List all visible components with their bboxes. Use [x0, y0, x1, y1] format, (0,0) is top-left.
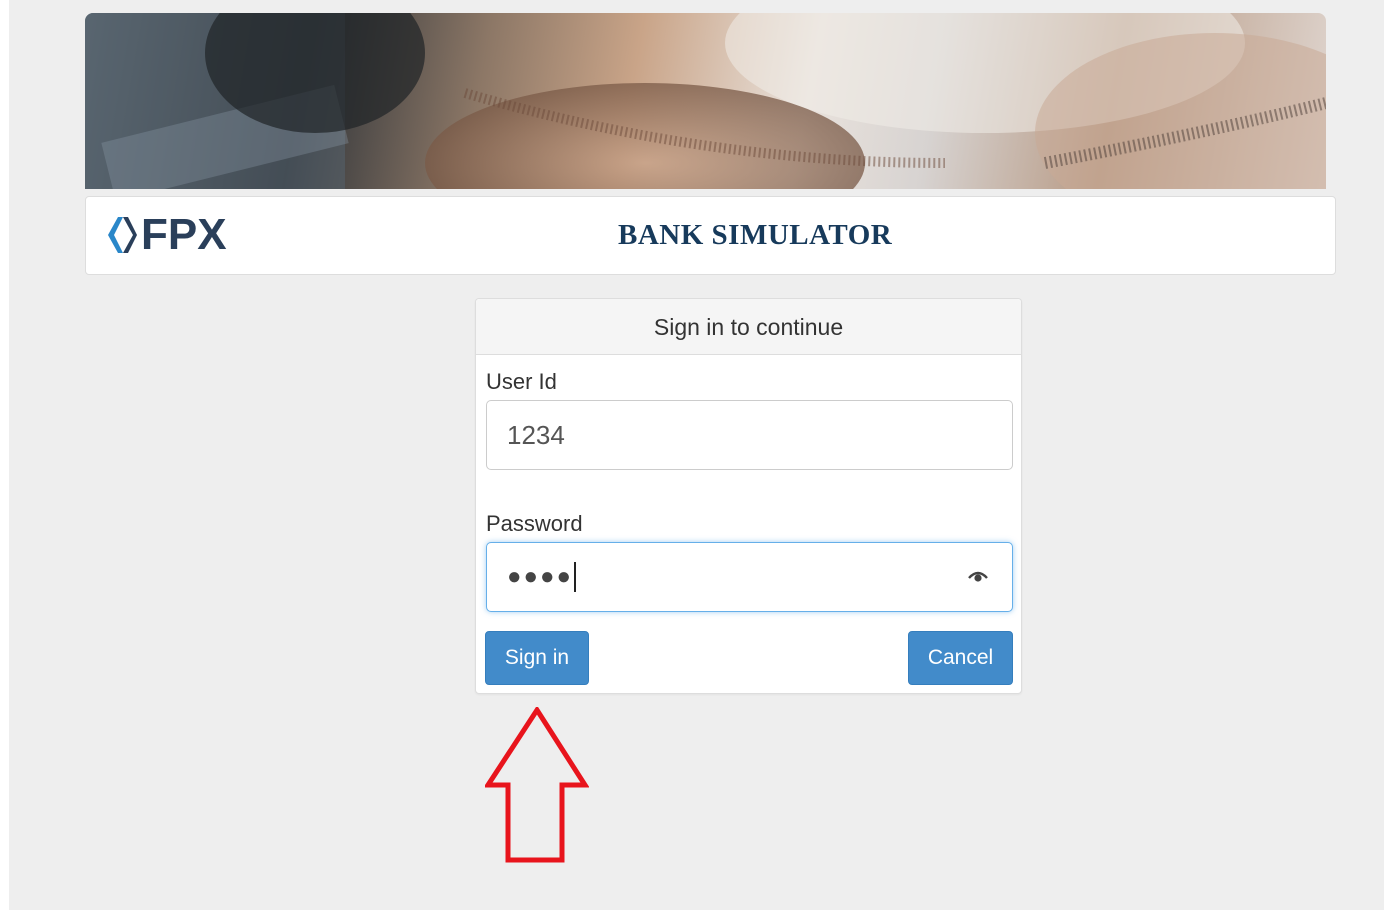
- sign-in-panel: Sign in to continue User Id 1234 Passwor…: [475, 298, 1022, 694]
- password-input[interactable]: ●●●●: [486, 542, 1013, 612]
- password-label: Password: [486, 511, 583, 536]
- fpx-logo-icon: [108, 217, 137, 253]
- logo-text: FPX: [141, 210, 227, 259]
- panel-heading: Sign in to continue: [476, 299, 1021, 355]
- eye-icon[interactable]: [968, 569, 988, 583]
- fpx-logo: FPX: [106, 213, 227, 257]
- page-title: BANK SIMULATOR: [618, 219, 893, 251]
- password-mask: ●●●●: [507, 563, 573, 590]
- header-bar: FPX BANK SIMULATOR: [85, 196, 1336, 275]
- user-id-label: User Id: [486, 369, 557, 394]
- red-up-arrow-icon: [485, 707, 589, 863]
- user-id-input[interactable]: 1234: [486, 400, 1013, 470]
- cancel-button[interactable]: Cancel: [908, 631, 1013, 685]
- sign-in-button[interactable]: Sign in: [485, 631, 589, 685]
- user-id-value: 1234: [507, 419, 565, 450]
- banner-coins-illustration: [85, 13, 1326, 189]
- banner-image: [85, 13, 1326, 189]
- text-caret: [573, 562, 576, 592]
